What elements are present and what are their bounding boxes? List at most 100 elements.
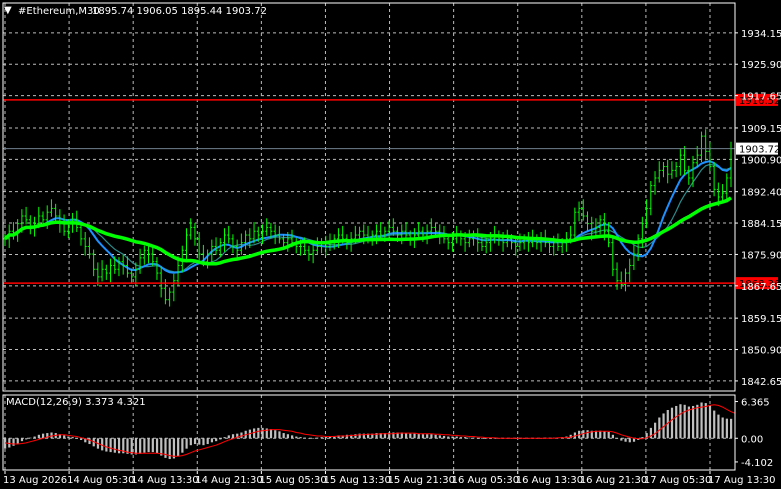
macd-bar: [257, 427, 260, 439]
macd-tick-label: -4.102: [741, 458, 773, 469]
macd-bar: [430, 434, 433, 439]
macd-bar: [616, 438, 619, 439]
time-tick-label: 15 Aug 05:30: [259, 475, 326, 486]
macd-bar: [607, 431, 610, 439]
macd-bar: [307, 438, 311, 439]
macd-bar: [37, 434, 40, 439]
macd-bar: [459, 437, 463, 439]
macd-bar: [434, 434, 437, 439]
time-tick-label: 14 Aug 05:30: [67, 475, 134, 486]
macd-bar: [12, 438, 15, 446]
macd-bar: [409, 433, 412, 439]
price-tick-label: 1867.65: [741, 282, 781, 293]
macd-bar: [130, 438, 133, 455]
ohlc-values: 1895.74 1906.05 1895.44 1903.72: [92, 6, 267, 17]
macd-bar: [202, 438, 205, 446]
price-tick-label: 1884.15: [741, 219, 781, 230]
macd-bar: [261, 427, 264, 439]
macd-bar: [67, 436, 70, 439]
macd-bar: [679, 404, 682, 439]
macd-tick-label: 0.00: [741, 434, 763, 445]
macd-bar: [438, 435, 441, 439]
macd-bar: [143, 438, 146, 453]
macd-bar: [101, 438, 104, 451]
macd-bar: [480, 438, 484, 439]
macd-tick-label: 6.365: [741, 398, 770, 409]
price-tick-label: 1934.15: [741, 29, 781, 40]
macd-bar: [426, 434, 429, 439]
macd-bar: [274, 430, 277, 439]
macd-bar: [33, 436, 36, 439]
macd-bar: [717, 414, 720, 439]
macd-bar: [447, 436, 450, 439]
macd-bar: [286, 434, 290, 439]
macd-bar: [227, 435, 230, 439]
macd-bar: [253, 428, 256, 439]
macd-bar: [472, 437, 475, 439]
macd-bar: [404, 433, 408, 439]
macd-bar: [485, 438, 488, 439]
macd-bar: [413, 433, 416, 439]
macd-bar: [493, 438, 496, 439]
macd-label: MACD(12,26,9) 3.373 4.321: [6, 397, 146, 408]
macd-bar: [185, 438, 188, 449]
macd-bar: [206, 438, 209, 445]
macd-bar: [219, 438, 222, 440]
time-tick-label: 17 Aug 05:30: [644, 475, 711, 486]
time-tick-label: 14 Aug 13:30: [131, 475, 198, 486]
trading-chart[interactable]: 1916.521868.361903.72 ▼ #Ethereum,M30 18…: [0, 0, 781, 489]
time-tick-label: 15 Aug 21:30: [388, 475, 455, 486]
macd-bar: [599, 430, 602, 439]
macd-bar: [189, 438, 192, 446]
macd-bar: [312, 438, 315, 439]
time-tick-label: 13 Aug 2026: [3, 475, 67, 486]
price-tick-label: 1875.90: [741, 250, 781, 261]
macd-bar: [155, 438, 159, 454]
macd-bar: [620, 438, 623, 441]
macd-bar: [603, 431, 606, 439]
macd-bar: [692, 405, 695, 439]
macd-bar: [109, 438, 112, 453]
macd-bar: [303, 437, 306, 439]
macd-bar: [451, 436, 454, 439]
macd-bar: [20, 438, 24, 442]
macd-bar: [476, 438, 479, 439]
macd-bar: [725, 418, 728, 439]
macd-bar: [193, 438, 197, 445]
macd-bar: [88, 438, 91, 445]
macd-bar: [586, 430, 589, 439]
macd-bar: [654, 422, 657, 439]
macd-bar: [16, 438, 19, 444]
macd-bar: [295, 436, 298, 439]
price-tick-label: 1892.40: [741, 188, 781, 199]
macd-bar: [696, 404, 699, 439]
macd-bar: [210, 438, 214, 443]
macd-bar: [25, 438, 28, 440]
price-tick-label: 1859.15: [741, 314, 781, 325]
macd-bar: [282, 433, 285, 439]
time-tick-label: 14 Aug 21:30: [195, 475, 262, 486]
price-tick-label: 1917.65: [741, 92, 781, 103]
macd-bar: [231, 434, 235, 439]
macd-bar: [181, 438, 184, 453]
macd-bar: [421, 434, 425, 439]
macd-bar: [151, 438, 154, 453]
macd-bar: [113, 438, 116, 453]
macd-bar: [105, 438, 108, 452]
macd-bar: [269, 429, 273, 439]
macd-bar: [442, 435, 446, 439]
price-tick-label: 1925.90: [741, 60, 781, 71]
macd-bar: [455, 436, 458, 439]
time-tick-label: 16 Aug 05:30: [452, 475, 519, 486]
macd-bar: [417, 433, 420, 439]
price-tick-label: 1842.65: [741, 377, 781, 388]
macd-bar: [316, 437, 319, 439]
macd-bar: [29, 437, 32, 439]
macd-bar: [8, 438, 11, 448]
macd-bar: [713, 410, 716, 439]
macd-bar: [704, 403, 707, 439]
collapse-arrow-icon[interactable]: ▼: [4, 5, 12, 16]
macd-bar: [628, 438, 631, 443]
macd-bar: [345, 434, 349, 439]
macd-bar: [79, 438, 83, 440]
